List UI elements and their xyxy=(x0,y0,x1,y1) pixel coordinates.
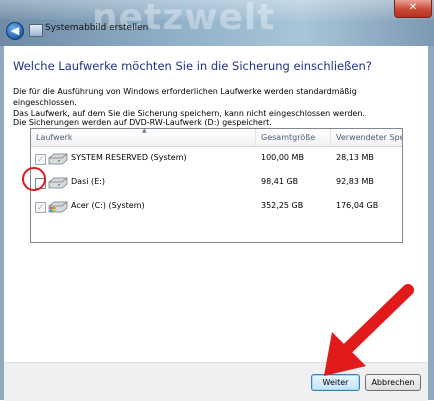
hard-drive-icon xyxy=(48,153,68,165)
row-checkbox[interactable]: ✓ xyxy=(35,202,46,213)
description-line-1: Die für die Ausführung von Windows erfor… xyxy=(13,87,357,107)
column-header-verwendeter-speicher[interactable]: Verwendeter Spe... xyxy=(331,129,402,146)
drive-name: Dasi (E:) xyxy=(71,177,105,186)
annotation-circle xyxy=(22,167,46,191)
list-header: Laufwerk ▲ Gesamtgröße Verwendeter Spe..… xyxy=(31,127,402,147)
row-checkbox[interactable]: ✓ xyxy=(35,154,46,165)
close-button[interactable]: ✕ xyxy=(394,0,432,18)
drive-used-space: 92,83 MB xyxy=(336,177,374,186)
annotation-arrow-icon xyxy=(324,284,414,376)
drive-used-space: 28,13 MB xyxy=(336,153,374,162)
system-image-icon xyxy=(29,24,43,37)
window-title: Systemabbild erstellen xyxy=(45,23,149,33)
back-arrow-icon: ◀ xyxy=(10,24,20,37)
table-row[interactable]: ✓ SYSTEM RESERVED (System) 100,00 MB 28,… xyxy=(31,150,402,169)
sort-ascending-icon: ▲ xyxy=(142,127,147,134)
page-description: Die für die Ausführung von Windows erfor… xyxy=(13,86,413,119)
hard-drive-icon xyxy=(48,177,68,189)
drive-total-size: 352,25 GB xyxy=(261,201,304,210)
title-bar: netzwelt ◀ Systemabbild erstellen ✕ xyxy=(0,0,434,46)
backup-location-info: Die Sicherungen werden auf DVD-RW-Laufwe… xyxy=(13,118,272,127)
back-button[interactable]: ◀ xyxy=(6,22,24,40)
drive-used-space: 176,04 GB xyxy=(336,201,379,210)
drive-total-size: 100,00 MB xyxy=(261,153,304,162)
column-header-gesamtgroesse[interactable]: Gesamtgröße xyxy=(256,129,331,146)
drive-name: Acer (C:) (System) xyxy=(71,201,145,210)
drives-list[interactable]: Laufwerk ▲ Gesamtgröße Verwendeter Spe..… xyxy=(30,127,403,243)
drive-total-size: 98,41 GB xyxy=(261,177,299,186)
windows-drive-icon xyxy=(48,201,68,213)
window-frame-right xyxy=(428,46,434,400)
table-row[interactable]: ✓ Acer (C:) (System) 352,25 GB 176,04 GB xyxy=(31,198,402,217)
table-row[interactable]: Dasi (E:) 98,41 GB 92,83 MB xyxy=(31,174,402,193)
page-heading: Welche Laufwerke möchten Sie in die Sich… xyxy=(13,59,372,73)
drive-name: SYSTEM RESERVED (System) xyxy=(71,153,187,162)
